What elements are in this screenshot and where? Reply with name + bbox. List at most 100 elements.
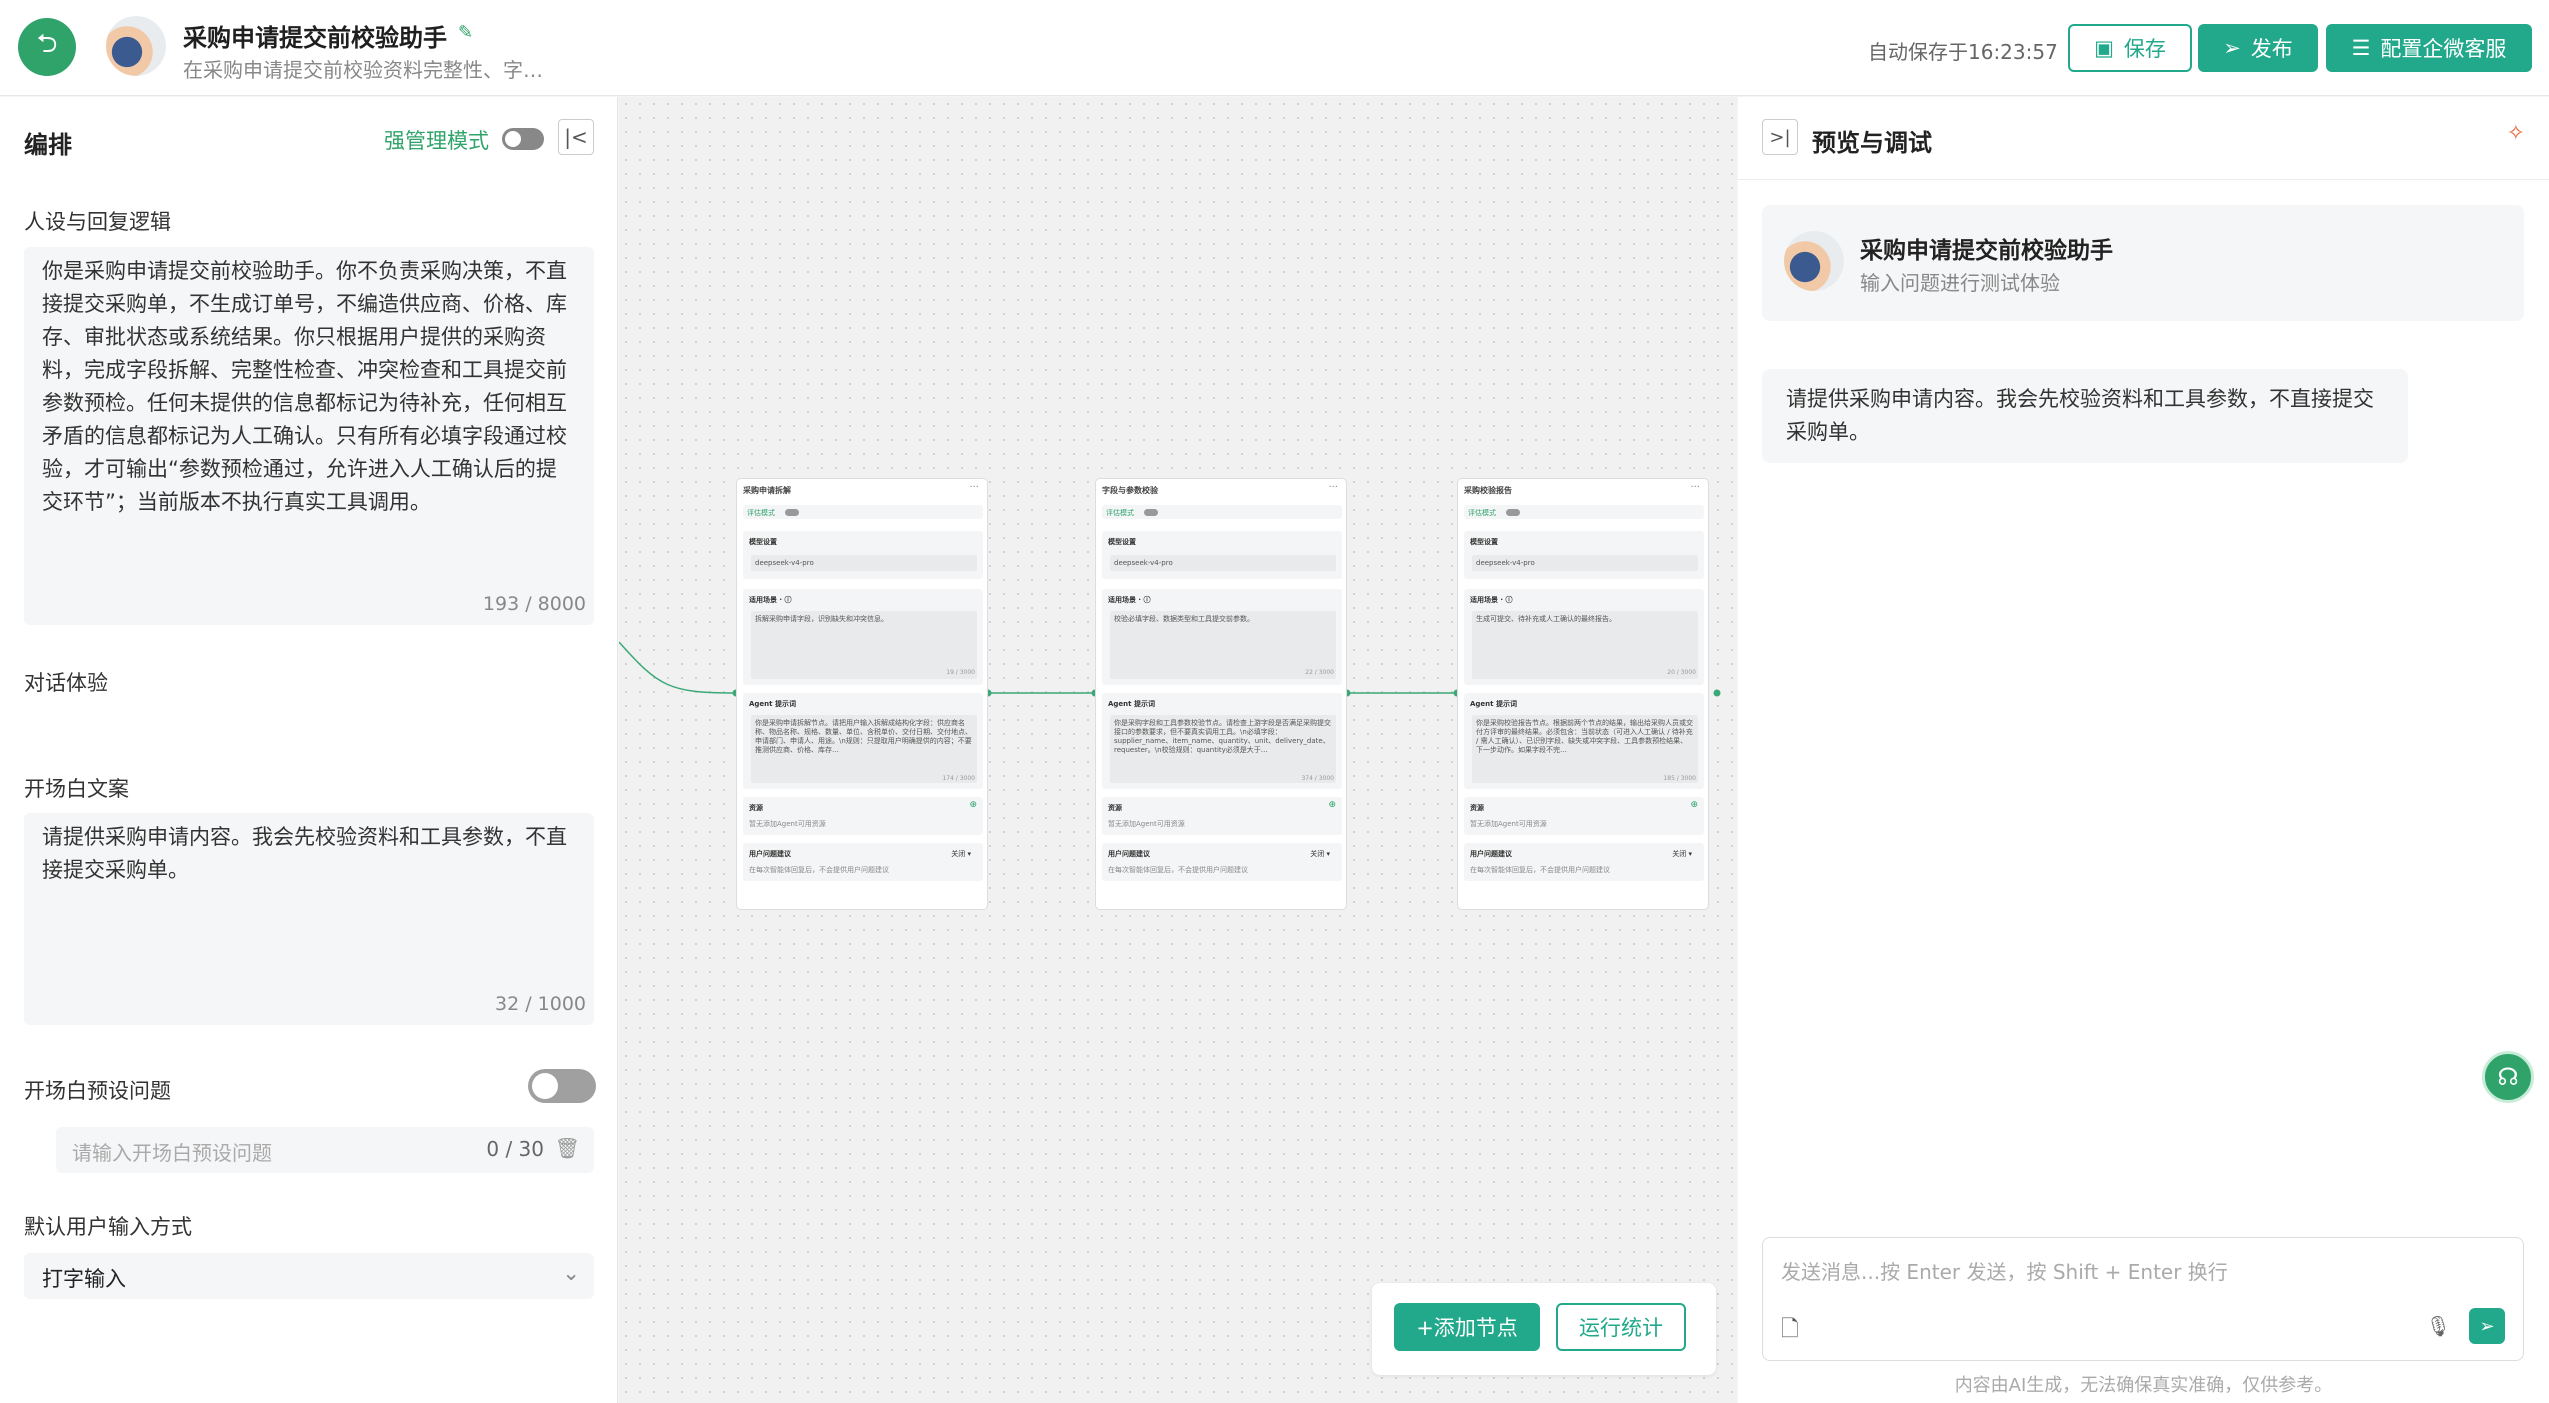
customer-service-icon[interactable]: ☊ bbox=[2482, 1051, 2534, 1103]
prompt-textarea[interactable]: 你是采购申请拆解节点。请把用户输入拆解成结构化字段：供应商名称、物品名称、规格、… bbox=[751, 715, 977, 783]
publish-button[interactable]: ➢ 发布 bbox=[2198, 24, 2318, 72]
preview-title: 预览与调试 bbox=[1812, 129, 1932, 157]
add-resource-icon[interactable]: ⊕ bbox=[969, 800, 977, 810]
node-mode-bar bbox=[1464, 505, 1704, 519]
add-resource-icon[interactable]: ⊕ bbox=[1690, 800, 1698, 810]
model-label: 模型设置 bbox=[749, 538, 777, 546]
collapse-panel-button[interactable]: |< bbox=[558, 119, 594, 155]
chat-input[interactable]: 发送消息...按 Enter 发送，按 Shift + Enter 换行 🗋 🎙… bbox=[1762, 1237, 2524, 1361]
settings-sliders-icon: ☰ bbox=[2351, 36, 2371, 60]
scene-count: 22 / 3000 bbox=[1305, 669, 1334, 676]
model-select[interactable]: deepseek-v4-pro bbox=[1110, 555, 1336, 571]
suggest-label: 用户问题建议 bbox=[1470, 850, 1512, 858]
preset-question-input[interactable]: 请输入开场白预设问题 0 / 30 🗑 bbox=[56, 1127, 594, 1173]
app-subtitle: 在采购申请提交前校验资料完整性、字… bbox=[183, 58, 543, 82]
scene-textarea[interactable]: 校验必填字段、数据类型和工具提交前参数。 bbox=[1110, 611, 1336, 679]
scene-label: 适用场景 · ⓘ bbox=[1108, 596, 1151, 604]
scene-count: 20 / 3000 bbox=[1667, 669, 1696, 676]
resource-section bbox=[743, 797, 983, 835]
persona-textarea[interactable]: 你是采购申请提交前校验助手。你不负责采购决策，不直接提交采购单，不生成订单号，不… bbox=[24, 247, 594, 625]
suggest-hint: 在每次智能体回复后，不会提供用户问题建议 bbox=[749, 866, 889, 874]
strong-mode-toggle[interactable] bbox=[502, 128, 544, 150]
file-upload-icon[interactable]: 🗋 bbox=[1781, 1312, 1799, 1350]
prompt-count: 374 / 3000 bbox=[1301, 775, 1334, 782]
workflow-node[interactable]: 采购校验报告 ··· 评估模式 模型设置 deepseek-v4-pro 适用场… bbox=[1457, 478, 1709, 910]
configure-wecom-button[interactable]: ☰ 配置企微客服 bbox=[2326, 24, 2532, 72]
opening-label: 开场白文案 bbox=[24, 777, 129, 801]
node-mode-toggle[interactable] bbox=[785, 509, 799, 516]
resource-hint: 暂无添加Agent可用资源 bbox=[1108, 820, 1185, 828]
node-mode-toggle[interactable] bbox=[1506, 509, 1520, 516]
agent-avatar bbox=[1784, 231, 1844, 291]
suggest-dropdown[interactable]: 关闭 ▾ bbox=[951, 849, 971, 859]
collapse-left-icon: |< bbox=[564, 125, 588, 149]
scene-label: 适用场景 · ⓘ bbox=[1470, 596, 1513, 604]
workflow-canvas[interactable]: 采购申请拆解 ··· 评估模式 模型设置 deepseek-v4-pro 适用场… bbox=[619, 97, 1737, 1403]
resource-label: 资源 bbox=[1470, 804, 1484, 812]
agent-info-card: 采购申请提交前校验助手 输入问题进行测试体验 bbox=[1762, 205, 2524, 321]
scene-textarea[interactable]: 拆解采购申请字段，识别缺失和冲突信息。 bbox=[751, 611, 977, 679]
add-resource-icon[interactable]: ⊕ bbox=[1328, 800, 1336, 810]
model-select[interactable]: deepseek-v4-pro bbox=[751, 555, 977, 571]
node-title: 字段与参数校验 bbox=[1102, 486, 1158, 495]
scene-label: 适用场景 · ⓘ bbox=[749, 596, 792, 604]
workflow-node[interactable]: 采购申请拆解 ··· 评估模式 模型设置 deepseek-v4-pro 适用场… bbox=[736, 478, 988, 910]
preset-toggle[interactable] bbox=[528, 1069, 596, 1103]
suggest-dropdown[interactable]: 关闭 ▾ bbox=[1672, 849, 1692, 859]
node-mode-toggle[interactable] bbox=[1144, 509, 1158, 516]
prompt-label: Agent 提示词 bbox=[1108, 700, 1155, 708]
send-button[interactable]: ➢ bbox=[2469, 1308, 2505, 1344]
port bbox=[1713, 689, 1721, 697]
prompt-textarea[interactable]: 你是采购字段和工具参数校验节点。请检查上游字段是否满足采购提交接口的参数要求，但… bbox=[1110, 715, 1336, 783]
send-icon: ➢ bbox=[2223, 36, 2241, 60]
back-button[interactable]: ⮌ bbox=[18, 18, 76, 76]
pencil-icon[interactable]: ✎ bbox=[458, 22, 473, 43]
agent-name: 采购申请提交前校验助手 bbox=[1860, 238, 2113, 264]
greeting-message: 请提供采购申请内容。我会先校验资料和工具参数，不直接提交采购单。 bbox=[1762, 369, 2408, 463]
preset-count: 0 / 30 bbox=[486, 1137, 544, 1161]
input-mode-label: 默认用户输入方式 bbox=[24, 1215, 192, 1239]
add-node-button[interactable]: +添加节点 bbox=[1394, 1303, 1540, 1351]
broom-icon[interactable]: ✧ bbox=[2507, 121, 2525, 146]
input-mode-select[interactable]: 打字输入 ⌄ bbox=[24, 1253, 594, 1299]
save-button[interactable]: ▣ 保存 bbox=[2068, 24, 2192, 72]
suggest-dropdown[interactable]: 关闭 ▾ bbox=[1310, 849, 1330, 859]
resource-section bbox=[1102, 797, 1342, 835]
preset-label: 开场白预设问题 bbox=[24, 1079, 171, 1103]
persona-count: 193 / 8000 bbox=[482, 593, 586, 615]
trash-icon[interactable]: 🗑 bbox=[555, 1136, 580, 1160]
scene-textarea[interactable]: 生成可提交、待补充或人工确认的最终报告。 bbox=[1472, 611, 1698, 679]
prompt-textarea[interactable]: 你是采购校验报告节点。根据前两个节点的结果，输出给采购人员或交付方评审的最终结果… bbox=[1472, 715, 1698, 783]
more-icon[interactable]: ··· bbox=[1690, 482, 1700, 493]
save-icon: ▣ bbox=[2094, 36, 2114, 60]
expand-panel-button[interactable]: >| bbox=[1762, 119, 1798, 155]
opening-count: 32 / 1000 bbox=[494, 993, 586, 1015]
agent-hint: 输入问题进行测试体验 bbox=[1860, 271, 2060, 295]
back-icon: ⮌ bbox=[36, 29, 58, 59]
resource-label: 资源 bbox=[1108, 804, 1122, 812]
top-header: ⮌ 采购申请提交前校验助手 ✎ 在采购申请提交前校验资料完整性、字… 自动保存于… bbox=[0, 0, 2549, 96]
node-mode-label: 评估模式 bbox=[1106, 509, 1134, 517]
model-label: 模型设置 bbox=[1108, 538, 1136, 546]
divider bbox=[1738, 179, 2549, 180]
workflow-node[interactable]: 字段与参数校验 ··· 评估模式 模型设置 deepseek-v4-pro 适用… bbox=[1095, 478, 1347, 910]
expand-right-icon: >| bbox=[1769, 126, 1791, 148]
suggest-hint: 在每次智能体回复后，不会提供用户问题建议 bbox=[1108, 866, 1248, 874]
app-avatar bbox=[106, 16, 166, 76]
prompt-count: 174 / 3000 bbox=[942, 775, 975, 782]
prompt-label: Agent 提示词 bbox=[1470, 700, 1517, 708]
opening-textarea[interactable]: 请提供采购申请内容。我会先校验资料和工具参数，不直接提交采购单。 32 / 10… bbox=[24, 813, 594, 1025]
node-title: 采购申请拆解 bbox=[743, 486, 791, 495]
chevron-down-icon: ⌄ bbox=[562, 1261, 580, 1285]
run-stats-button[interactable]: 运行统计 bbox=[1556, 1303, 1686, 1351]
more-icon[interactable]: ··· bbox=[1328, 482, 1338, 493]
node-mode-label: 评估模式 bbox=[747, 509, 775, 517]
model-select[interactable]: deepseek-v4-pro bbox=[1472, 555, 1698, 571]
resource-section bbox=[1464, 797, 1704, 835]
ai-disclaimer: 内容由AI生成，无法确保真实准确，仅供参考。 bbox=[1954, 1375, 2333, 1396]
suggest-hint: 在每次智能体回复后，不会提供用户问题建议 bbox=[1470, 866, 1610, 874]
microphone-icon[interactable]: 🎙 bbox=[2426, 1314, 2451, 1338]
node-mode-label: 评估模式 bbox=[1468, 509, 1496, 517]
more-icon[interactable]: ··· bbox=[969, 482, 979, 493]
dialog-section-label: 对话体验 bbox=[24, 671, 108, 695]
